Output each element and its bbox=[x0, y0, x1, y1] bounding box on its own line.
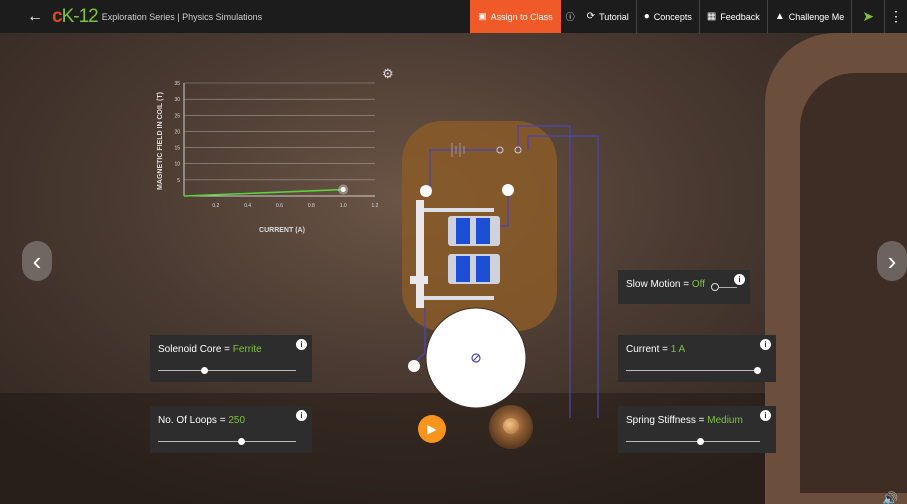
bell-push-cap[interactable] bbox=[503, 418, 519, 434]
concepts-button[interactable]: ● Concepts bbox=[637, 0, 700, 33]
solenoid-core-panel: Solenoid Core = Ferrite i bbox=[150, 335, 312, 382]
current-slider[interactable] bbox=[626, 367, 762, 374]
adjust-screw bbox=[410, 276, 428, 284]
info-icon[interactable]: i bbox=[760, 410, 771, 421]
slider-thumb[interactable] bbox=[200, 367, 208, 374]
electric-bell-apparatus bbox=[408, 125, 599, 418]
slider-thumb[interactable] bbox=[696, 438, 704, 445]
info-icon[interactable]: i bbox=[296, 410, 307, 421]
info-icon[interactable]: i bbox=[760, 339, 771, 350]
slow-motion-label: Slow Motion = Off bbox=[626, 279, 706, 290]
x-tick-label: 0.8 bbox=[308, 203, 315, 209]
info-icon[interactable]: i bbox=[296, 339, 307, 350]
chart-x-label: CURRENT (A) bbox=[259, 227, 305, 234]
loops-label: No. Of Loops = 250 bbox=[158, 415, 246, 426]
current-label: Current = 1 A bbox=[626, 344, 686, 355]
x-tick-label: 0.6 bbox=[276, 203, 283, 209]
chart-y-label: MAGNETIC FIELD IN COIL (T) bbox=[157, 92, 164, 190]
slider-thumb[interactable] bbox=[237, 438, 245, 445]
more-menu-icon[interactable]: ⋮ bbox=[885, 8, 907, 25]
feedback-icon: ▦ bbox=[706, 11, 717, 22]
spring-stiffness-slider[interactable] bbox=[626, 438, 760, 445]
info-icon[interactable]: i bbox=[734, 274, 745, 285]
series-line bbox=[183, 188, 344, 197]
solenoid-core-slider[interactable] bbox=[158, 367, 296, 374]
magnetic-field-chart: 5 10 15 20 25 30 35 0.2 0.4 0.6 0.8 1.0 1.2 CURRENT … bbox=[157, 81, 379, 234]
slow-motion-panel: Slow Motion = Off i bbox=[618, 270, 750, 304]
doorway-inner bbox=[800, 73, 907, 493]
y-tick-label: 10 bbox=[174, 162, 180, 168]
current-panel: Current = 1 A i bbox=[618, 335, 776, 382]
y-tick-label: 20 bbox=[174, 129, 180, 135]
info-icon: ⓘ bbox=[565, 12, 575, 22]
spring-stiffness-label: Spring Stiffness = Medium bbox=[626, 415, 743, 426]
current-point bbox=[340, 187, 346, 193]
lightbulb-icon: ● bbox=[643, 11, 650, 22]
tutorial-button[interactable]: ⟳ Tutorial bbox=[580, 0, 637, 33]
challenge-me-button[interactable]: ▲ Challenge Me bbox=[768, 0, 853, 33]
striker-ball bbox=[408, 360, 420, 372]
contact-ball bbox=[502, 184, 514, 196]
spring-stiffness-panel: Spring Stiffness = Medium i bbox=[618, 406, 776, 453]
frame-bottom-bar bbox=[424, 296, 494, 300]
info-button[interactable]: ⓘ bbox=[561, 0, 580, 33]
bell-push-button[interactable] bbox=[489, 405, 533, 449]
feedback-button[interactable]: ▦ Feedback bbox=[700, 0, 768, 33]
loops-panel: No. Of Loops = 250 i bbox=[150, 406, 312, 453]
y-tick-label: 15 bbox=[174, 146, 180, 152]
y-tick-label: 35 bbox=[174, 81, 180, 87]
wire-right-far bbox=[527, 135, 599, 418]
solenoid-core-label: Solenoid Core = Ferrite bbox=[158, 344, 262, 355]
x-tick-label: 1.0 bbox=[340, 203, 347, 209]
wire-striker bbox=[409, 308, 426, 367]
ck12-logo[interactable]: cK-12 bbox=[52, 6, 99, 28]
armature-frame bbox=[416, 200, 424, 308]
next-arrow-icon[interactable]: › bbox=[877, 241, 907, 281]
paper-plane-icon[interactable]: ➤ bbox=[852, 0, 885, 33]
slow-motion-toggle[interactable] bbox=[711, 283, 719, 291]
volume-icon[interactable]: 🔊 bbox=[882, 491, 898, 504]
wire-right-outer bbox=[517, 125, 571, 418]
y-tick-label: 25 bbox=[174, 113, 180, 119]
play-button[interactable]: ▶ bbox=[418, 415, 446, 443]
contact-ball bbox=[420, 185, 432, 197]
toggle-track[interactable] bbox=[719, 287, 737, 288]
settings-gear-icon[interactable]: ⚙ bbox=[382, 66, 394, 82]
slider-thumb[interactable] bbox=[754, 367, 762, 374]
wire-top-left bbox=[429, 149, 500, 188]
y-tick-label: 30 bbox=[174, 97, 180, 103]
previous-arrow-icon[interactable]: ‹ bbox=[22, 241, 52, 281]
tutorial-icon: ⟳ bbox=[586, 11, 596, 22]
y-tick-label: 5 bbox=[177, 178, 180, 184]
assign-to-class-button[interactable]: ▣ Assign to Class bbox=[470, 0, 561, 33]
solenoid-coils bbox=[448, 216, 500, 284]
class-icon: ▣ bbox=[478, 11, 487, 21]
chart-series bbox=[183, 184, 349, 197]
x-tick-label: 0.4 bbox=[244, 203, 251, 209]
x-tick-label: 0.2 bbox=[212, 203, 219, 209]
chart-grid bbox=[183, 82, 375, 197]
frame-top-bar bbox=[424, 208, 494, 212]
x-tick-label: 1.2 bbox=[372, 203, 379, 209]
page-subtitle: Exploration Series | Physics Simulations bbox=[101, 11, 263, 22]
back-arrow-icon[interactable]: ← bbox=[22, 8, 48, 26]
trophy-icon: ▲ bbox=[774, 11, 785, 22]
loops-slider[interactable] bbox=[158, 438, 296, 445]
top-bar: ← cK-12 Exploration Series | Physics Sim… bbox=[0, 0, 907, 33]
